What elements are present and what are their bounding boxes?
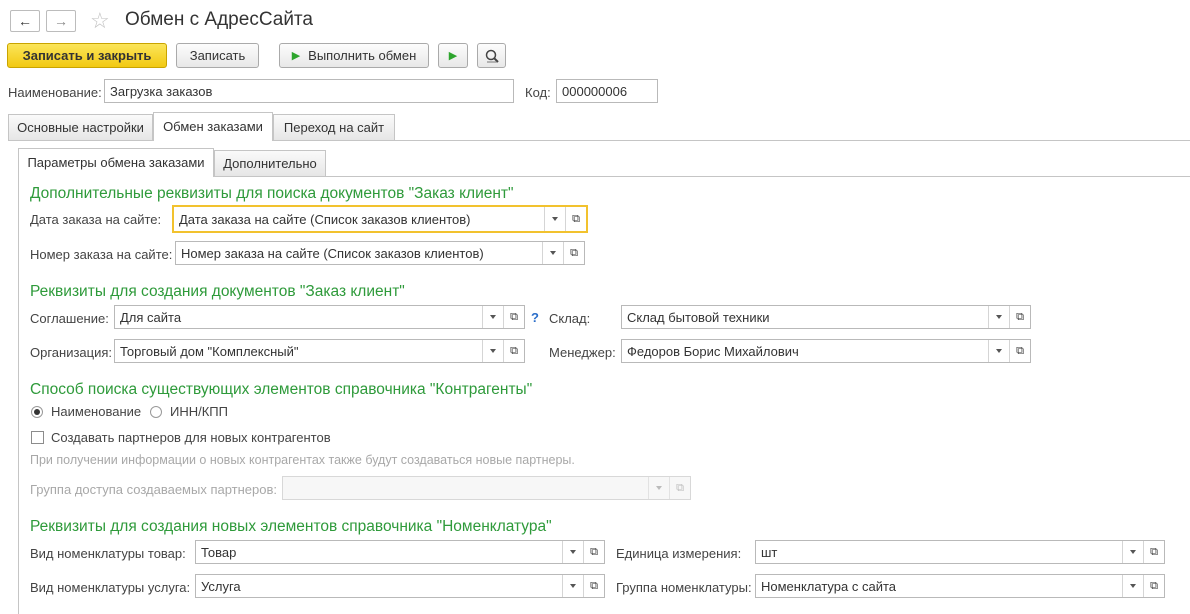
order-number-select[interactable]: Номер заказа на сайте (Список заказов кл… [175,241,585,265]
subtab-order-params[interactable]: Параметры обмена заказами [18,148,214,176]
code-label: Код: [525,85,551,100]
open-icon[interactable]: ⧉ [565,207,586,231]
active-subtab-gap [19,175,213,177]
chevron-down-icon[interactable] [562,541,583,563]
radio-selected-dot [34,409,40,415]
name-value: Загрузка заказов [110,83,213,99]
organization-value: Торговый дом "Комплексный" [120,343,299,359]
page-title: Обмен с АдресСайта [125,9,313,30]
favorite-star-icon[interactable]: ☆ [90,8,110,34]
manager-label: Менеджер: [549,345,616,360]
search-button[interactable] [477,43,506,68]
radio-by-inn-label[interactable]: ИНН/КПП [170,404,228,419]
open-icon[interactable]: ⧉ [1143,575,1164,597]
radio-by-name-label[interactable]: Наименование [51,404,141,419]
run-button[interactable]: ▶ [438,43,468,68]
play-icon: ▶ [291,50,301,62]
open-icon[interactable]: ⧉ [1143,541,1164,563]
warehouse-value: Склад бытовой техники [627,309,770,325]
open-icon[interactable]: ⧉ [583,575,604,597]
chevron-down-icon[interactable] [544,207,565,231]
arrow-left-icon: ← [18,13,32,29]
organization-label: Организация: [30,345,113,360]
unit-select[interactable]: шт ⧉ [755,540,1165,564]
chevron-down-icon[interactable] [562,575,583,597]
goods-kind-label: Вид номенклатуры товар: [30,546,186,561]
tab-go-to-site[interactable]: Переход на сайт [273,114,395,140]
open-icon[interactable]: ⧉ [503,340,524,362]
magnifier-icon [485,49,499,63]
code-value: 000000006 [562,83,628,99]
open-icon[interactable]: ⧉ [503,306,524,328]
chevron-down-icon[interactable] [988,340,1009,362]
goods-kind-select[interactable]: Товар ⧉ [195,540,605,564]
radio-by-inn[interactable] [150,406,162,418]
tab-orders-exchange[interactable]: Обмен заказами [153,112,273,140]
create-partners-label[interactable]: Создавать партнеров для новых контрагент… [51,430,331,445]
open-icon: ⧉ [669,477,690,499]
access-group-label: Группа доступа создаваемых партнеров: [30,482,277,497]
run-exchange-button[interactable]: ▶ Выполнить обмен [279,43,429,68]
manager-select[interactable]: Федоров Борис Михайлович ⧉ [621,339,1031,363]
order-date-select[interactable]: Дата заказа на сайте (Список заказов кли… [172,205,588,233]
help-icon[interactable]: ? [531,310,539,325]
service-kind-select[interactable]: Услуга ⧉ [195,574,605,598]
order-date-value: Дата заказа на сайте (Список заказов кли… [179,211,471,227]
play-icon: ▶ [448,50,458,62]
section-create-docs-title: Реквизиты для создания документов "Заказ… [30,283,405,300]
nomenclature-group-select[interactable]: Номенклатура с сайта ⧉ [755,574,1165,598]
subtab-additional[interactable]: Дополнительно [214,150,326,176]
back-button[interactable]: ← [10,10,40,32]
open-icon[interactable]: ⧉ [583,541,604,563]
partners-hint-text: При получении информации о новых контраг… [30,453,575,467]
agreement-select[interactable]: Для сайта ⧉ [114,305,525,329]
open-icon[interactable]: ⧉ [563,242,584,264]
unit-value: шт [761,544,778,560]
section-counterparty-search-title: Способ поиска существующих элементов спр… [30,381,533,398]
arrow-right-icon: → [54,13,68,29]
name-label: Наименование: [8,85,102,100]
tab-main-settings[interactable]: Основные настройки [8,114,153,140]
agreement-label: Соглашение: [30,311,109,326]
warehouse-label: Склад: [549,311,591,326]
chevron-down-icon[interactable] [482,306,503,328]
chevron-down-icon[interactable] [988,306,1009,328]
chevron-down-icon[interactable] [1122,575,1143,597]
warehouse-select[interactable]: Склад бытовой техники ⧉ [621,305,1031,329]
name-input[interactable]: Загрузка заказов [104,79,514,103]
organization-select[interactable]: Торговый дом "Комплексный" ⧉ [114,339,525,363]
nomenclature-group-label: Группа номенклатуры: [616,580,752,595]
open-icon[interactable]: ⧉ [1009,306,1030,328]
unit-label: Единица измерения: [616,546,742,561]
service-kind-label: Вид номенклатуры услуга: [30,580,191,595]
chevron-down-icon [648,477,669,499]
run-exchange-label: Выполнить обмен [308,48,417,63]
open-icon[interactable]: ⧉ [1009,340,1030,362]
access-group-select: ⧉ [282,476,691,500]
chevron-down-icon[interactable] [482,340,503,362]
section-search-docs-title: Дополнительные реквизиты для поиска доку… [30,185,514,202]
order-number-label: Номер заказа на сайте: [30,247,173,262]
agreement-value: Для сайта [120,309,182,325]
forward-button[interactable]: → [46,10,76,32]
manager-value: Федоров Борис Михайлович [627,343,799,359]
section-nomenclature-title: Реквизиты для создания новых элементов с… [30,518,552,535]
create-partners-checkbox[interactable] [31,431,44,444]
radio-by-name[interactable] [31,406,43,418]
order-date-label: Дата заказа на сайте: [30,212,162,227]
active-tab-gap [154,139,272,141]
subpanel-left-border [18,176,19,614]
nomenclature-group-value: Номенклатура с сайта [761,578,896,594]
chevron-down-icon[interactable] [1122,541,1143,563]
goods-kind-value: Товар [201,544,237,560]
save-button[interactable]: Записать [176,43,259,68]
order-number-value: Номер заказа на сайте (Список заказов кл… [181,245,484,261]
chevron-down-icon[interactable] [542,242,563,264]
code-input[interactable]: 000000006 [556,79,658,103]
service-kind-value: Услуга [201,578,241,594]
save-and-close-button[interactable]: Записать и закрыть [7,43,167,68]
